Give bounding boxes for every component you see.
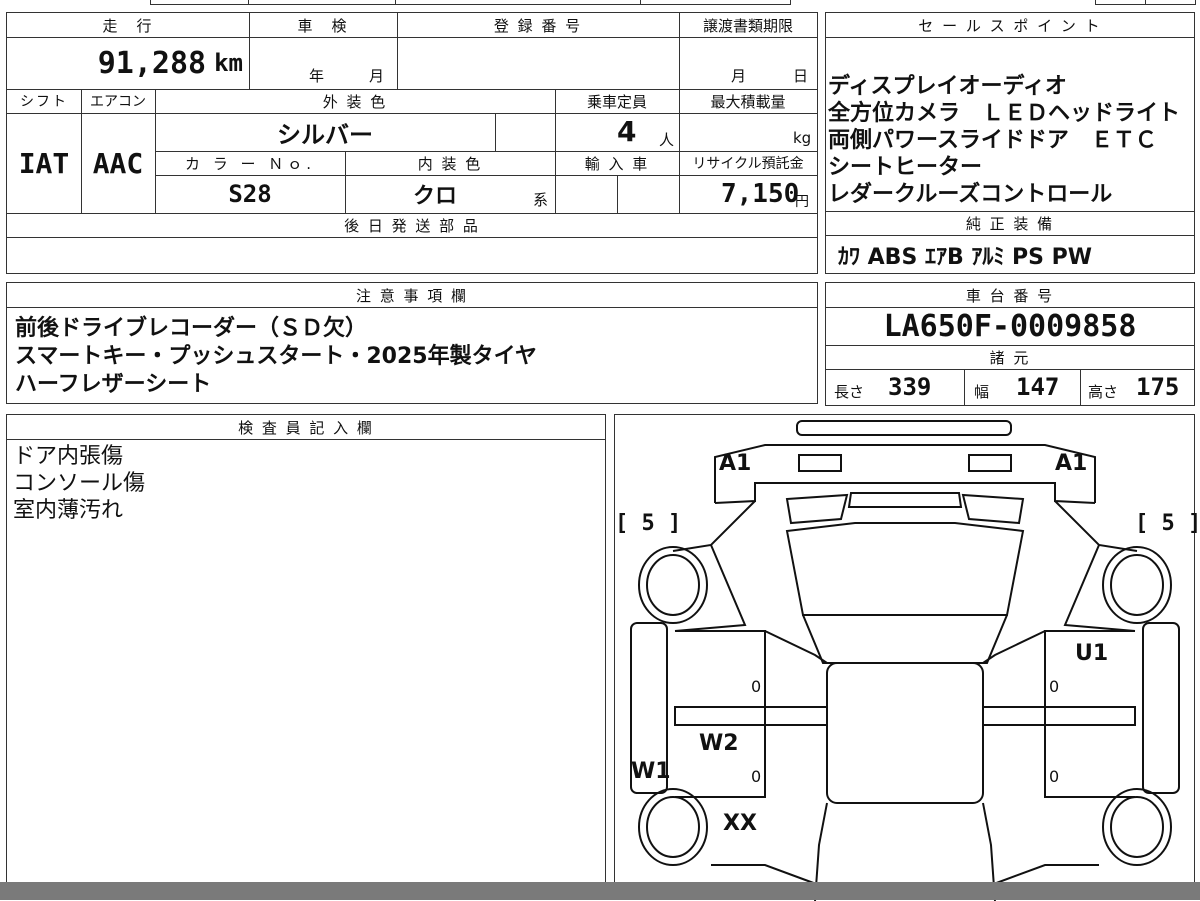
right-front-door-code: U1 [1075, 641, 1109, 666]
interior-color-label: 内 装 色 [417, 154, 483, 173]
specs-label: 諸 元 [989, 348, 1031, 367]
chassis-number: LA650F-0009858 [883, 308, 1137, 344]
zero-mark: 0 [1049, 677, 1060, 696]
bottom-scroll-bar [0, 882, 1200, 900]
length-label: 長さ [834, 383, 865, 401]
capacity-value: 4 [617, 115, 637, 148]
genuine-equipment-label: 純 正 装 備 [965, 214, 1055, 233]
registration-label: 登 録 番 号 [493, 16, 583, 35]
later-parts-label: 後 日 発 送 部 品 [344, 216, 480, 235]
color-no-value: S28 [228, 180, 272, 208]
height-value: 175 [1136, 373, 1180, 401]
zero-mark: 0 [1049, 767, 1060, 786]
capacity-unit: 人 [659, 131, 675, 149]
damage-diagram: A1 A1 [ 5 ] [ 5 ] U1 W2 W1 XX 0 0 0 0 [614, 414, 1200, 901]
chassis-label: 車 台 番 号 [965, 286, 1055, 305]
inspector-label: 検 査 員 記 入 欄 [238, 418, 374, 437]
front-left-damage-code: A1 [719, 451, 752, 476]
zero-mark: 0 [751, 767, 762, 786]
max-load-unit: kg [793, 129, 812, 147]
left-rear-door-code: W2 [699, 731, 739, 756]
chassis-box: 車 台 番 号 LA650F-0009858 諸 元 長さ 339 幅 147 … [825, 282, 1195, 406]
sales-point-line: 全方位カメラ ＬＥＤヘッドライト [828, 101, 1181, 126]
inspection-label: 車 検 [297, 16, 349, 35]
inspector-line: ドア内張傷 [13, 444, 124, 469]
genuine-equipment-value: ｶﾜ ABS ｴｱB ｱﾙﾐ PS PW [838, 245, 1093, 270]
tire-left-tread: [ 5 ] [615, 511, 682, 536]
max-load-label: 最大積載量 [710, 92, 786, 111]
zero-mark: 0 [751, 677, 762, 696]
tire-right-tread: [ 5 ] [1135, 511, 1200, 536]
left-sill-code: W1 [631, 759, 671, 784]
height-label: 高さ [1088, 383, 1119, 401]
left-rear-wheel-code: XX [723, 811, 757, 836]
transfer-day: 日 [793, 67, 809, 85]
car-outline [630, 420, 1180, 901]
capacity-label: 乗車定員 [586, 92, 647, 111]
mileage-value: 91,288 km [97, 45, 243, 81]
inspection-month: 月 [369, 67, 385, 85]
notes-label: 注 意 事 項 欄 [355, 286, 469, 305]
sales-points-label: セ ー ル ス ポ イ ン ト [918, 16, 1102, 35]
inspector-line: コンソール傷 [13, 471, 146, 496]
transfer-deadline-label: 譲渡書類期限 [702, 16, 793, 35]
import-label: 輸 入 車 [584, 154, 650, 173]
aircon-value: AAC [92, 146, 144, 180]
sales-point-line: 両側パワースライドドア ＥＴＣ [828, 128, 1157, 153]
sales-point-line: ディスプレイオーディオ [828, 74, 1067, 99]
inspection-year: 年 [309, 67, 325, 85]
interior-color-suffix: 系 [533, 191, 549, 209]
note-line: スマートキー・プッシュスタート・2025年製タイヤ [15, 344, 537, 369]
recycle-unit: 円 [795, 194, 809, 210]
inspector-box: 検 査 員 記 入 欄 ドア内張傷 コンソール傷 室内薄汚れ [6, 414, 606, 900]
note-line: 前後ドライブレコーダー（ＳＤ欠） [15, 316, 368, 341]
shift-value: IAT [18, 146, 70, 180]
width-label: 幅 [974, 383, 990, 401]
sales-points-box: セ ー ル ス ポ イ ン ト ディスプレイオーディオ 全方位カメラ ＬＥＤヘッ… [825, 12, 1195, 274]
notes-box: 注 意 事 項 欄 前後ドライブレコーダー（ＳＤ欠） スマートキー・プッシュスタ… [6, 282, 818, 404]
width-value: 147 [1016, 373, 1060, 401]
mileage-label: 走 行 [102, 16, 154, 35]
aircon-label: エアコン [90, 94, 146, 110]
inspector-line: 室内薄汚れ [13, 498, 124, 523]
note-line: ハーフレザーシート [15, 372, 212, 397]
exterior-color-label: 外 装 色 [322, 92, 388, 111]
vehicle-info-table: 走 行 車 検 登 録 番 号 譲渡書類期限 91,288 km 年 月 月 日 … [6, 12, 818, 274]
sales-point-line: シートヒーター [828, 155, 983, 180]
interior-color-value: クロ [412, 184, 457, 209]
sales-point-line: レダークルーズコントロール [828, 182, 1113, 207]
exterior-color-value: シルバー [277, 120, 373, 149]
color-no-label: カ ラ ー Ｎｏ. [184, 154, 316, 173]
transfer-month: 月 [731, 67, 747, 85]
recycle-value: 7,150 [721, 179, 800, 209]
shift-label: シフト [20, 94, 68, 110]
front-right-damage-code: A1 [1055, 451, 1088, 476]
recycle-label: リサイクル預託金 [692, 156, 804, 172]
length-value: 339 [888, 373, 932, 401]
